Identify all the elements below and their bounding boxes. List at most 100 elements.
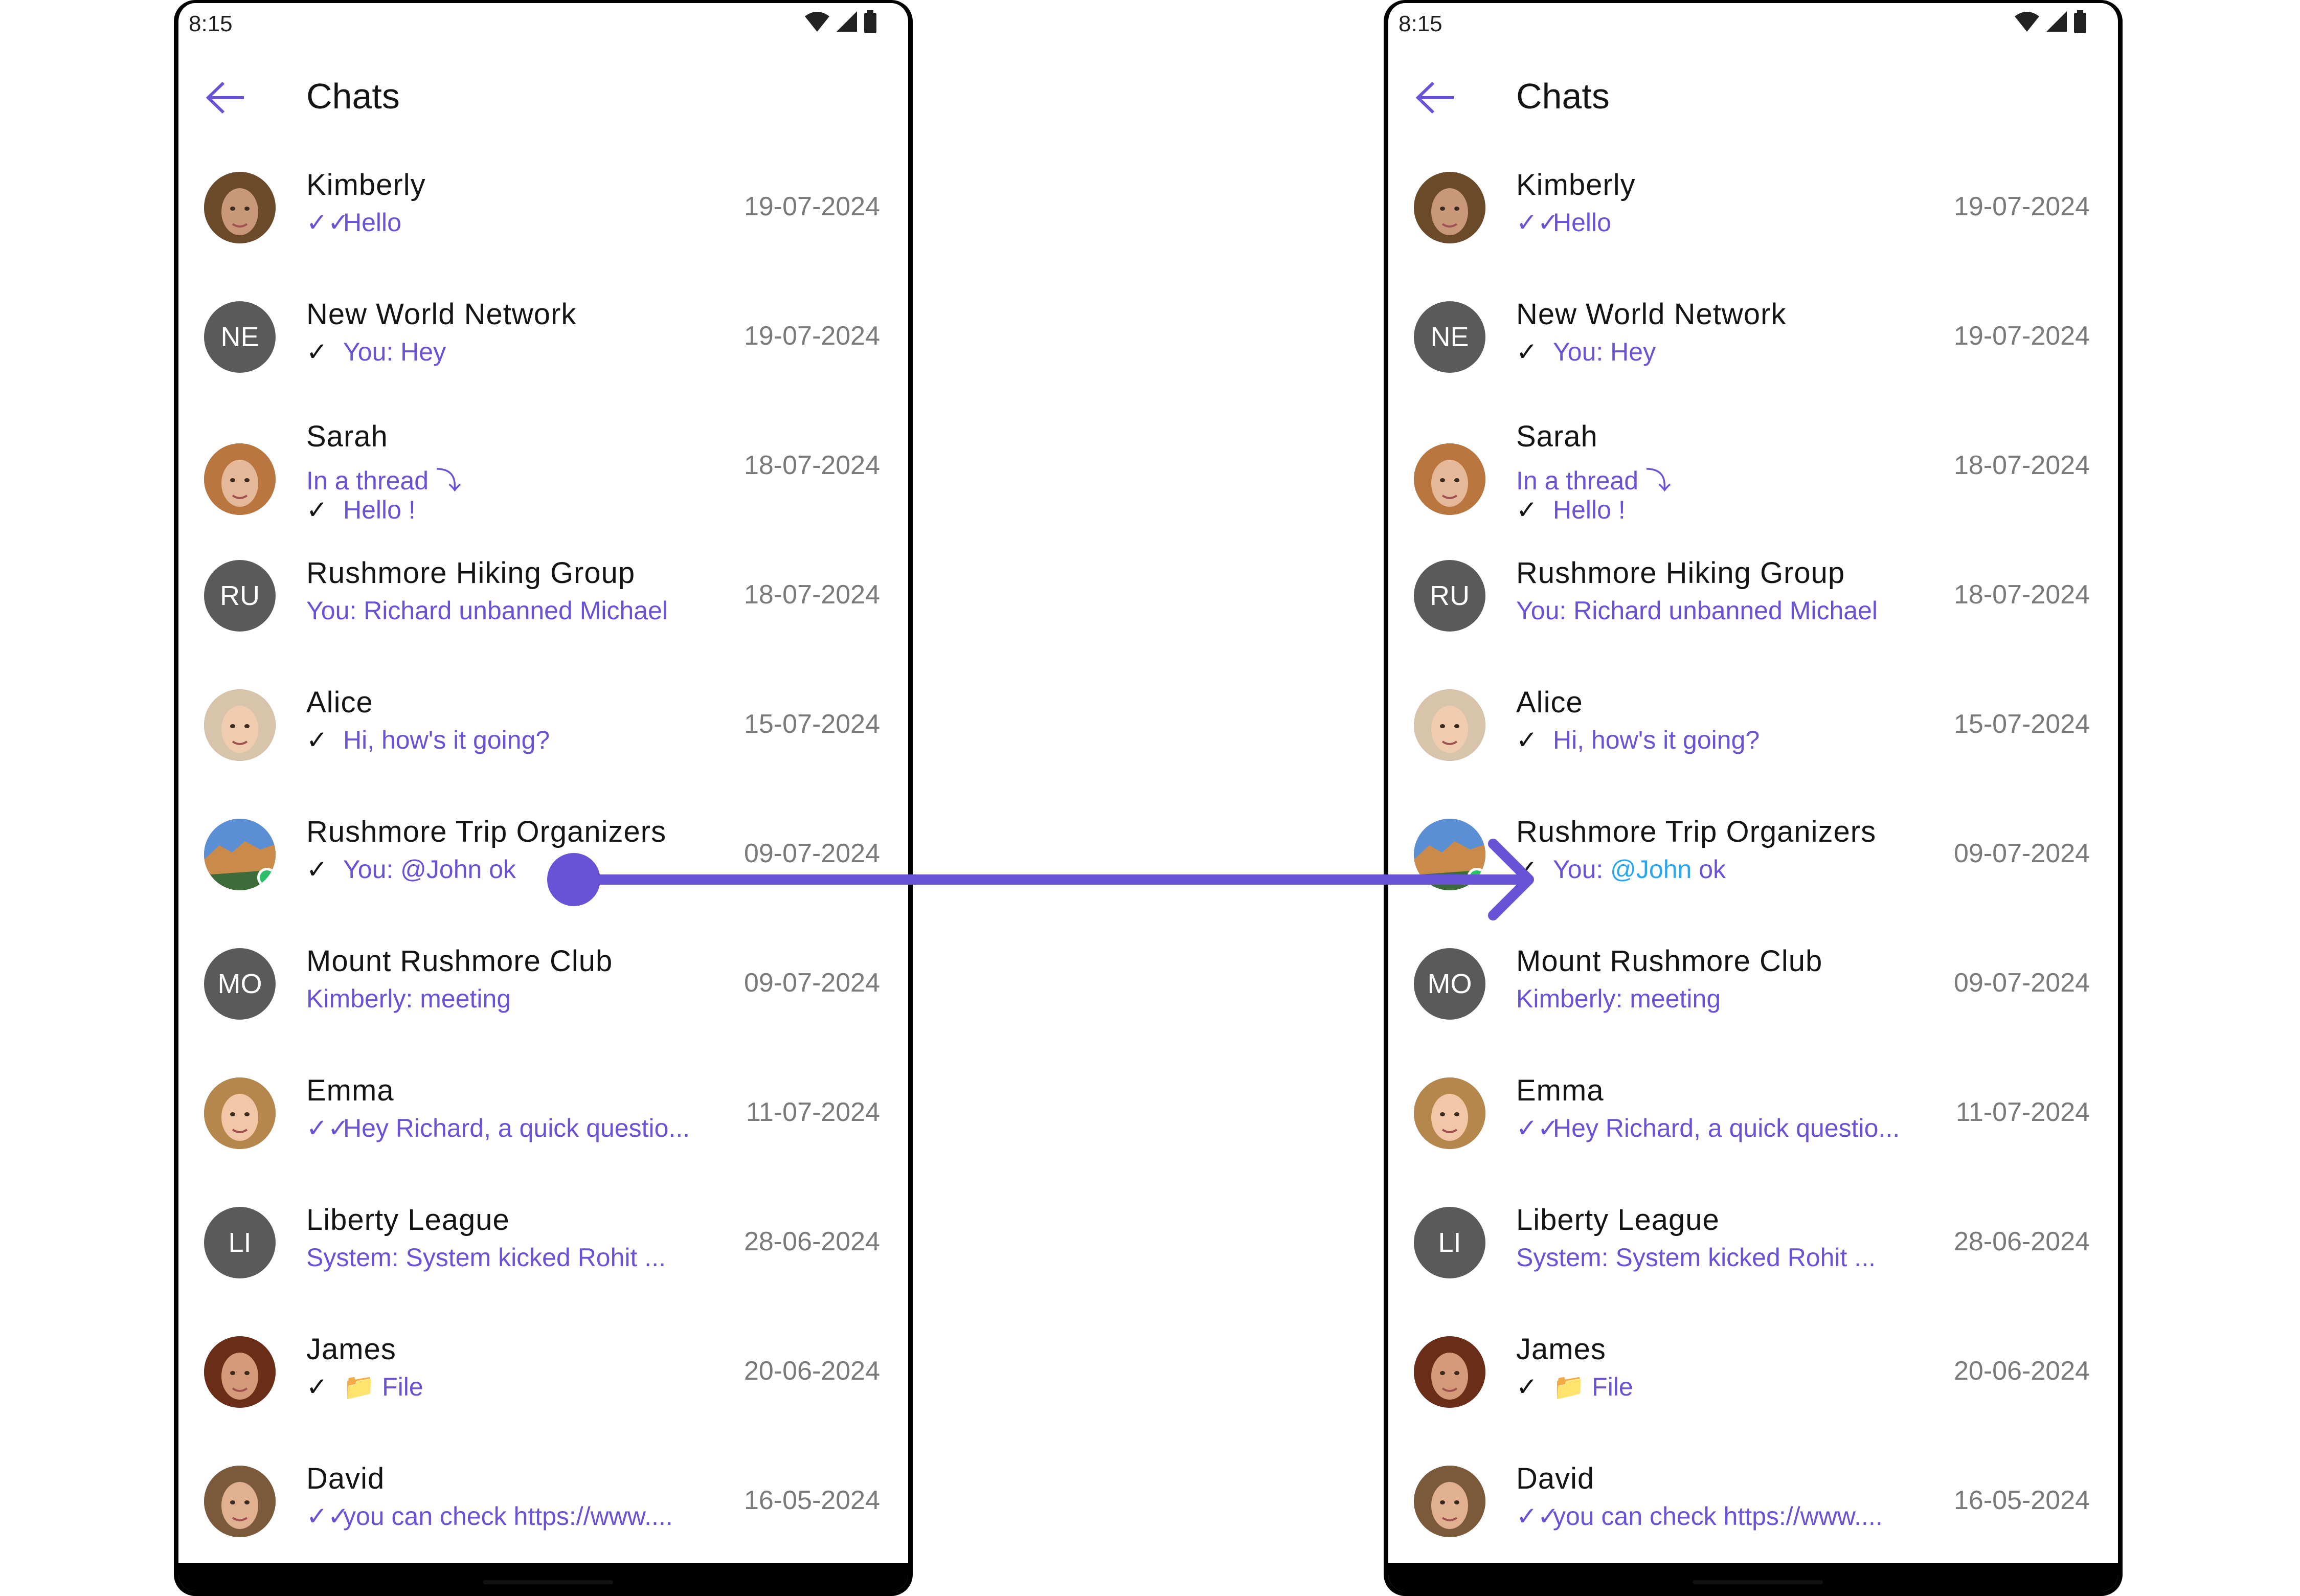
avatar: [1414, 1336, 1485, 1408]
conversation-date: 28-06-2024: [744, 1227, 880, 1256]
home-indicator[interactable]: [1693, 1580, 1823, 1584]
last-message-text: System: System kicked Rohit ...: [306, 1243, 666, 1272]
avatar: RU: [1414, 560, 1485, 632]
conversation-item[interactable]: James ✓ 📁 File 20-06-2024: [178, 1321, 908, 1450]
page-title: Chats: [306, 76, 400, 116]
last-message: ✓✓you can check https://www....: [306, 1501, 673, 1531]
conversation-item[interactable]: Kimberly ✓✓Hello 19-07-2024: [1388, 156, 2118, 285]
conversation-item[interactable]: Sarah In a thread ⤵ ✓ Hello ! 18-07-2024: [1388, 415, 2118, 544]
avatar: [1414, 443, 1485, 515]
conversation-item[interactable]: LI Liberty League System: System kicked Ro…: [178, 1192, 908, 1320]
wifi-icon: [2015, 12, 2039, 32]
conversation-name: Alice: [1516, 686, 1583, 719]
conversation-date: 11-07-2024: [746, 1097, 880, 1127]
check-icon: ✓: [306, 338, 328, 366]
battery-icon: [864, 10, 876, 33]
conversation-name: Sarah: [1516, 420, 1598, 453]
conversation-date: 18-07-2024: [1954, 451, 2090, 480]
last-message-text: Hi, how's it going?: [343, 726, 550, 754]
check-icon: ✓: [306, 1373, 328, 1401]
conversation-item[interactable]: Rushmore Trip Organizers ✓ You: @John ok 09…: [1388, 803, 2118, 932]
signal-icon: [2046, 11, 2067, 32]
last-message: ✓✓Hello: [1516, 208, 1611, 237]
conversation-item[interactable]: RU Rushmore Hiking Group You: Richard unba…: [178, 545, 908, 673]
double-check-icon: ✓✓: [306, 1502, 349, 1531]
phone-screen-left: 8:15 Chats Kimberly ✓✓Hello 19-07-2024 NE New …: [174, 0, 913, 1596]
app-bar: Chats: [1388, 70, 2118, 126]
last-message-text: Kimberly: meeting: [1516, 984, 1721, 1013]
last-message: Kimberly: meeting: [1516, 984, 1721, 1014]
last-message: ✓✓you can check https://www....: [1516, 1501, 1883, 1531]
avatar: [204, 1077, 276, 1149]
status-time: 8:15: [1399, 11, 1442, 36]
conversation-item[interactable]: LI Liberty League System: System kicked Ro…: [1388, 1192, 2118, 1320]
conversation-name: Rushmore Trip Organizers: [306, 815, 667, 848]
conversation-item[interactable]: Sarah In a thread ⤵ ✓ Hello ! 18-07-2024: [178, 415, 908, 544]
message-prefix: You:: [1553, 855, 1611, 884]
last-message: ✓✓Hey Richard, a quick questio...: [306, 1113, 690, 1143]
conversation-name: Liberty League: [1516, 1203, 1720, 1237]
last-message-text: Hi, how's it going?: [1553, 726, 1760, 754]
conversation-item[interactable]: RU Rushmore Hiking Group You: Richard unba…: [1388, 545, 2118, 673]
conversation-date: 20-06-2024: [1954, 1356, 2090, 1386]
check-icon: ✓: [306, 855, 328, 884]
last-message: You: Richard unbanned Michael: [306, 596, 668, 625]
check-icon: ✓: [1516, 855, 1538, 884]
double-check-icon: ✓✓: [306, 1114, 349, 1142]
message-prefix: You:: [343, 855, 401, 884]
avatar: MO: [1414, 948, 1485, 1020]
conversation-item[interactable]: Rushmore Trip Organizers ✓ You: @John ok 09…: [178, 803, 908, 932]
conversation-item[interactable]: James ✓ 📁 File 20-06-2024: [1388, 1321, 2118, 1450]
avatar: [1414, 689, 1485, 761]
back-arrow-icon[interactable]: [1415, 80, 1456, 116]
conversation-item[interactable]: Emma ✓✓Hey Richard, a quick questio... 11-…: [178, 1062, 908, 1191]
conversation-name: Emma: [306, 1074, 394, 1107]
avatar: [1414, 1466, 1485, 1537]
conversation-name: New World Network: [1516, 298, 1787, 331]
last-message-line2: ✓ Hello !: [306, 495, 416, 525]
conversation-item[interactable]: Kimberly ✓✓Hello 19-07-2024: [178, 156, 908, 285]
avatar: LI: [204, 1207, 276, 1278]
conversation-item[interactable]: MO Mount Rushmore Club Kimberly: meeting 09…: [178, 933, 908, 1062]
last-message-text: Hey Richard, a quick questio...: [343, 1114, 690, 1142]
conversation-date: 19-07-2024: [1954, 321, 2090, 351]
last-message-text: you can check https://www....: [343, 1502, 673, 1531]
check-icon: ✓: [1516, 1373, 1538, 1401]
last-message-text: System: System kicked Rohit ...: [1516, 1243, 1876, 1272]
avatar: [204, 1336, 276, 1408]
conversation-item[interactable]: Emma ✓✓Hey Richard, a quick questio... 11-…: [1388, 1062, 2118, 1191]
last-message-text: Hello: [1553, 208, 1611, 237]
mention-text: @John: [400, 855, 482, 884]
conversation-item[interactable]: MO Mount Rushmore Club Kimberly: meeting 09…: [1388, 933, 2118, 1062]
conversation-name: Emma: [1516, 1074, 1604, 1107]
last-message: In a thread ⤵: [1516, 460, 1671, 497]
conversation-item[interactable]: Alice ✓ Hi, how's it going? 15-07-2024: [178, 674, 908, 803]
conversation-item[interactable]: Alice ✓ Hi, how's it going? 15-07-2024: [1388, 674, 2118, 803]
last-message-text: Kimberly: meeting: [306, 984, 511, 1013]
conversation-date: 11-07-2024: [1955, 1097, 2090, 1127]
conversation-date: 19-07-2024: [1954, 192, 2090, 221]
status-icons: [804, 10, 877, 34]
mention-text[interactable]: @John: [1610, 855, 1692, 884]
last-message-text: you can check https://www....: [1553, 1502, 1883, 1531]
home-indicator[interactable]: [483, 1580, 613, 1584]
conversation-item[interactable]: NE New World Network ✓ You: Hey 19-07-2024: [178, 286, 908, 415]
last-message: System: System kicked Rohit ...: [1516, 1243, 1876, 1272]
back-arrow-icon[interactable]: [205, 80, 246, 116]
conversation-name: Mount Rushmore Club: [306, 945, 613, 978]
conversation-item[interactable]: NE New World Network ✓ You: Hey 19-07-2024: [1388, 286, 2118, 415]
conversation-name: David: [306, 1462, 385, 1495]
last-message: ✓✓Hello: [306, 208, 401, 237]
last-message-text: In a thread ⤵: [1516, 466, 1671, 495]
last-message-text: Hello !: [1553, 496, 1626, 524]
last-message-text: You: Hey: [1553, 338, 1656, 366]
wifi-icon: [805, 12, 829, 32]
conversation-name: James: [306, 1333, 396, 1366]
conversation-item[interactable]: David ✓✓you can check https://www.... 16-0…: [178, 1450, 908, 1579]
conversation-date: 28-06-2024: [1954, 1227, 2090, 1256]
last-message: You: Richard unbanned Michael: [1516, 596, 1878, 625]
conversation-name: Rushmore Hiking Group: [1516, 556, 1845, 590]
conversation-item[interactable]: David ✓✓you can check https://www.... 16-0…: [1388, 1450, 2118, 1579]
last-message: ✓ 📁 File: [306, 1372, 423, 1402]
avatar: LI: [1414, 1207, 1485, 1278]
